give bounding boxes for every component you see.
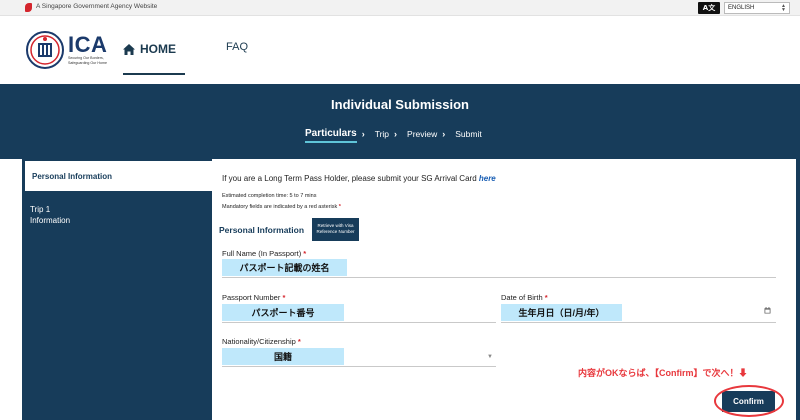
ltp-here-link[interactable]: here (479, 174, 496, 183)
content-border-right (796, 159, 800, 420)
full-name-input[interactable]: パスポート記載の姓名 (222, 259, 347, 276)
passport-number-label: Passport Number * (222, 293, 286, 302)
select-arrows-icon: ▲ ▼ (781, 3, 786, 13)
passport-number-underline (222, 322, 496, 323)
calendar-icon[interactable] (764, 307, 771, 314)
date-of-birth-underline (501, 322, 776, 323)
nationality-underline (222, 366, 496, 367)
site-header: ICA Securing Our Borders, Safeguarding O… (0, 17, 800, 84)
language-value: ENGLISH (728, 5, 755, 11)
chevron-right-icon: › (394, 128, 398, 139)
step-preview[interactable]: Preview › (407, 129, 455, 139)
date-of-birth-label: Date of Birth * (501, 293, 548, 302)
government-banner: A Singapore Government Agency Website A文… (0, 0, 800, 16)
step-particulars[interactable]: Particulars › (305, 128, 375, 139)
full-name-label: Full Name (In Passport) * (222, 249, 307, 258)
sidebar-item-personal-information[interactable]: Personal Information (25, 161, 212, 191)
home-icon (123, 43, 135, 55)
ica-crest-icon (26, 31, 64, 69)
active-step-indicator (305, 141, 357, 143)
government-banner-text: A Singapore Government Agency Website (36, 3, 158, 10)
mandatory-note: Mandatory fields are indicated by a red … (222, 204, 341, 210)
nationality-select[interactable]: 国籍 (222, 348, 344, 365)
chevron-right-icon: › (361, 128, 365, 139)
estimated-time: Estimated completion time: 5 to 7 mins (222, 193, 317, 199)
chevron-right-icon: › (442, 128, 446, 139)
nationality-label: Nationality/Citizenship * (222, 337, 301, 346)
page-title: Individual Submission (331, 97, 469, 112)
translate-icon[interactable]: A文 (698, 2, 720, 14)
highlight-circle (714, 385, 784, 417)
section-title: Personal Information (219, 225, 305, 235)
nav-active-indicator (123, 73, 185, 75)
passport-number-input[interactable]: パスポート番号 (222, 304, 344, 321)
page-banner (0, 84, 800, 159)
nav-home-label: HOME (140, 42, 176, 56)
ltp-notice: If you are a Long Term Pass Holder, plea… (222, 174, 496, 183)
full-name-underline (222, 277, 776, 278)
logo-tagline: Securing Our Borders, Safeguarding Our H… (68, 56, 107, 65)
step-submit[interactable]: Submit (455, 129, 481, 139)
lion-head-icon (25, 3, 32, 12)
logo-text: ICA (68, 32, 108, 57)
language-select[interactable]: ENGLISH ▲ ▼ (724, 2, 790, 14)
retrieve-visa-button[interactable]: Retrieve with Visa Reference Number (312, 218, 359, 241)
nav-faq[interactable]: FAQ (226, 41, 248, 53)
instruction-annotation: 内容がOKならば、【Confirm】で次へ！⬇ (578, 368, 748, 378)
date-of-birth-input[interactable]: 生年月日（日/月/年） (501, 304, 622, 321)
dropdown-arrow-icon[interactable]: ▼ (487, 354, 493, 360)
nav-home[interactable]: HOME (123, 39, 176, 59)
sidebar-item-trip-information[interactable]: Trip 1 Information (30, 204, 90, 226)
progress-steps: Particulars › Trip › Preview › Submit (305, 128, 482, 139)
step-trip[interactable]: Trip › (375, 129, 407, 139)
sidebar (25, 159, 212, 420)
